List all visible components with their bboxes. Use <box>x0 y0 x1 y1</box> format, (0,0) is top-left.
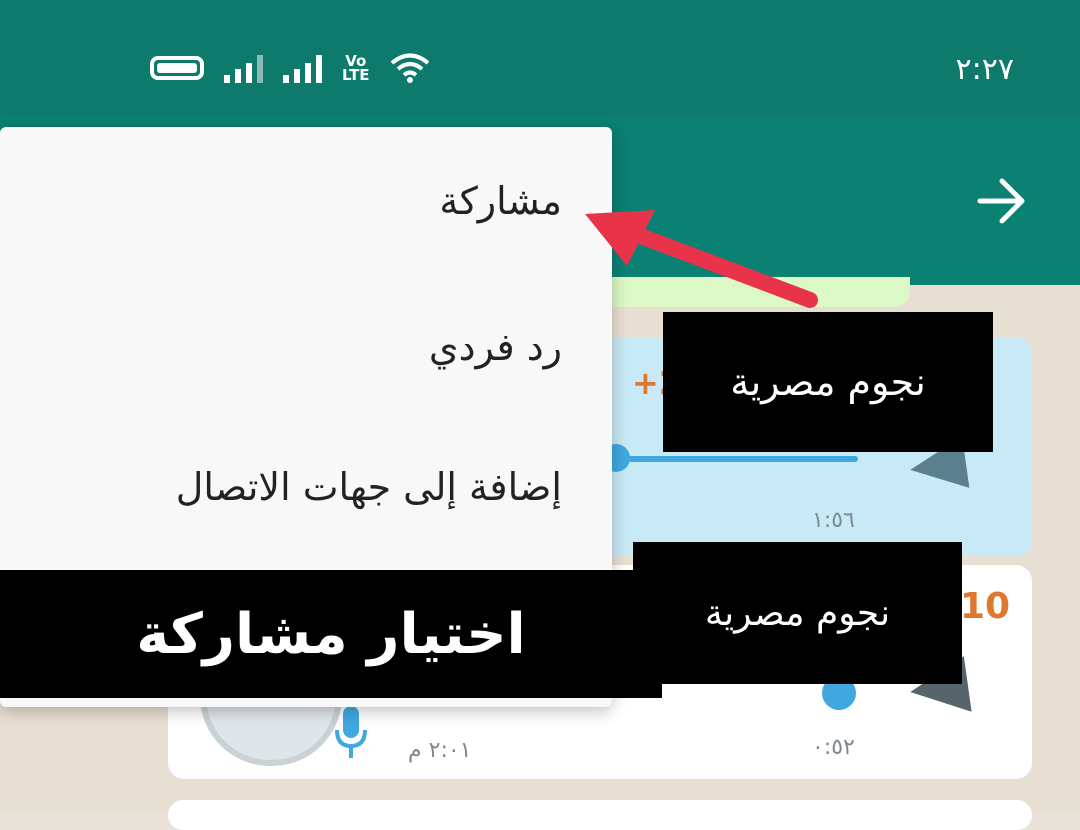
overlay-label-middle: نجوم مصرية <box>633 542 962 684</box>
menu-item-add-to-contacts[interactable]: إضافة إلى جهات الاتصال <box>176 465 562 509</box>
message-badge: 10 <box>960 586 1011 627</box>
status-bar: Vo LTE ٢:٢٧ <box>0 0 1080 115</box>
status-icons: Vo LTE <box>150 52 430 84</box>
message-sent-time: ٢:٠١ م <box>408 738 472 763</box>
signal-icon <box>283 53 322 83</box>
next-message[interactable] <box>168 800 1032 830</box>
overlay-label-top: نجوم مصرية <box>663 312 993 452</box>
voice-progress-bar[interactable] <box>618 456 858 462</box>
volte-line-2: LTE <box>342 66 370 84</box>
mic-icon <box>335 706 367 758</box>
overlay-banner: اختيار مشاركة <box>0 570 662 698</box>
voice-duration: ١:٥٦ <box>812 508 855 533</box>
menu-item-share[interactable]: مشاركة <box>439 179 562 223</box>
voice-duration: ٠:٥٢ <box>812 735 855 760</box>
volte-icon: Vo LTE <box>342 54 370 84</box>
back-arrow-icon[interactable] <box>976 178 1028 224</box>
battery-icon <box>150 56 204 80</box>
red-arrow-icon <box>585 210 818 308</box>
menu-item-private-reply[interactable]: رد فردي <box>429 325 562 369</box>
status-time: ٢:٢٧ <box>955 52 1014 87</box>
wifi-icon <box>390 53 429 83</box>
signal-icon <box>224 53 263 83</box>
